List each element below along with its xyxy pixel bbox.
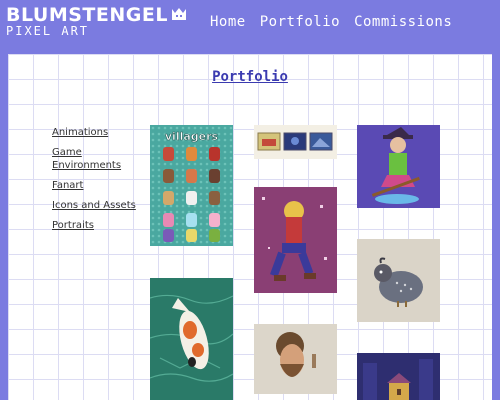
site-header: BLUMSTENGEL PIXEL ART Home Portfolio Com… <box>0 0 500 52</box>
content-panel: Portfolio Animations Game Environments F… <box>8 54 492 400</box>
nav-portfolio-link[interactable]: Portfolio <box>260 14 340 30</box>
category-fanart-link[interactable]: Fanart <box>52 179 147 192</box>
page-title: Portfolio <box>212 69 288 85</box>
night-house-artwork[interactable] <box>357 353 440 400</box>
category-portraits-link[interactable]: Portraits <box>52 219 147 232</box>
bearded-portrait-artwork[interactable] <box>254 324 337 394</box>
site-logo[interactable]: BLUMSTENGEL PIXEL ART <box>6 6 187 37</box>
running-character-artwork[interactable] <box>254 187 337 293</box>
category-icons-assets-link[interactable]: Icons and Assets <box>52 199 147 212</box>
main-nav: Home Portfolio Commissions <box>210 14 466 30</box>
scenes-strip-artwork[interactable] <box>254 125 337 159</box>
logo-title: BLUMSTENGEL <box>6 4 168 26</box>
category-sidebar: Animations Game Environments Fanart Icon… <box>52 126 147 239</box>
villagers-artwork[interactable]: villagers <box>150 125 233 246</box>
category-game-environments-link[interactable]: Game Environments <box>52 146 147 172</box>
villagers-label: villagers <box>165 130 219 143</box>
crown-icon <box>171 6 187 26</box>
quail-artwork[interactable] <box>357 239 440 322</box>
koi-pond-artwork[interactable] <box>150 278 233 400</box>
nav-commissions-link[interactable]: Commissions <box>354 14 452 30</box>
nav-home-link[interactable]: Home <box>210 14 246 30</box>
witch-artwork[interactable] <box>357 125 440 208</box>
category-animations-link[interactable]: Animations <box>52 126 147 139</box>
logo-subtitle: PIXEL ART <box>6 24 90 38</box>
